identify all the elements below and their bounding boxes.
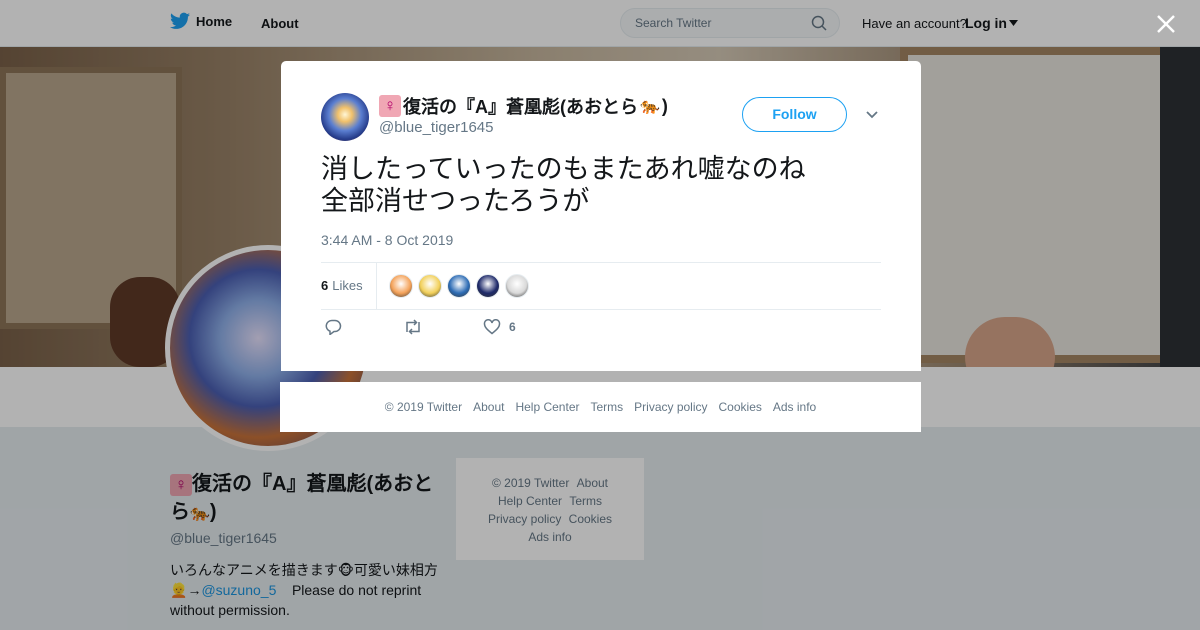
retweet-button[interactable] <box>403 319 423 335</box>
venus-emoji: ♀ <box>379 95 401 117</box>
tweet-author-name-text: 復活の『A』蒼凰彪(あおとら <box>403 97 638 117</box>
liker-avatar[interactable] <box>476 274 500 298</box>
reply-icon <box>325 319 342 335</box>
retweet-icon <box>406 319 420 335</box>
reply-button[interactable] <box>325 319 342 335</box>
tweet-author-name[interactable]: ♀ 復活の『A』蒼凰彪(あおとら 🐅) <box>379 93 668 119</box>
liker-avatar[interactable] <box>505 274 529 298</box>
tiger-emoji: 🐅 <box>640 98 660 115</box>
tweet-author-handle[interactable]: @blue_tiger1645 <box>379 119 493 136</box>
tweet-text-line-1: 消したっていったのもまたあれ嘘なのね <box>321 154 806 184</box>
modal-footer-privacy[interactable]: Privacy policy <box>634 400 707 414</box>
likes-stat[interactable]: 6 Likes <box>321 278 363 293</box>
modal-footer-copyright: © 2019 Twitter <box>384 400 463 414</box>
tweet-author-avatar[interactable] <box>321 93 369 141</box>
tweet-timestamp[interactable]: 3:44 AM - 8 Oct 2019 <box>321 232 453 248</box>
like-action-count: 6 <box>509 320 516 334</box>
heart-icon <box>483 319 501 335</box>
tweet-author-name-suffix: ) <box>661 95 668 116</box>
follow-button[interactable]: Follow <box>742 97 847 132</box>
likers-avatars <box>389 274 529 298</box>
modal-footer: © 2019 Twitter About Help Center Terms P… <box>280 382 921 432</box>
liker-avatar[interactable] <box>418 274 442 298</box>
like-button[interactable]: 6 <box>483 319 516 335</box>
tweet-modal: ♀ 復活の『A』蒼凰彪(あおとら 🐅) @blue_tiger1645 Follow… <box>281 61 921 371</box>
close-icon[interactable] <box>1154 12 1178 36</box>
tweet-text: 消したっていったのもまたあれ嘘なのね 全部消せつったろうが <box>321 153 881 217</box>
modal-footer-help[interactable]: Help Center <box>515 400 579 414</box>
modal-footer-about[interactable]: About <box>473 400 504 414</box>
liker-avatar[interactable] <box>389 274 413 298</box>
liker-avatar[interactable] <box>447 274 471 298</box>
modal-footer-terms[interactable]: Terms <box>590 400 623 414</box>
modal-footer-cookies[interactable]: Cookies <box>719 400 762 414</box>
likes-label: Likes <box>332 278 363 293</box>
modal-footer-ads[interactable]: Ads info <box>773 400 816 414</box>
tweet-text-line-2: 全部消せつったろうが <box>321 186 590 216</box>
tweet-actions: 6 <box>321 319 621 343</box>
chevron-down-icon[interactable] <box>865 109 879 121</box>
tweet-stats: 6 Likes <box>321 262 881 310</box>
likes-count: 6 <box>321 278 329 293</box>
stat-divider <box>376 263 377 309</box>
